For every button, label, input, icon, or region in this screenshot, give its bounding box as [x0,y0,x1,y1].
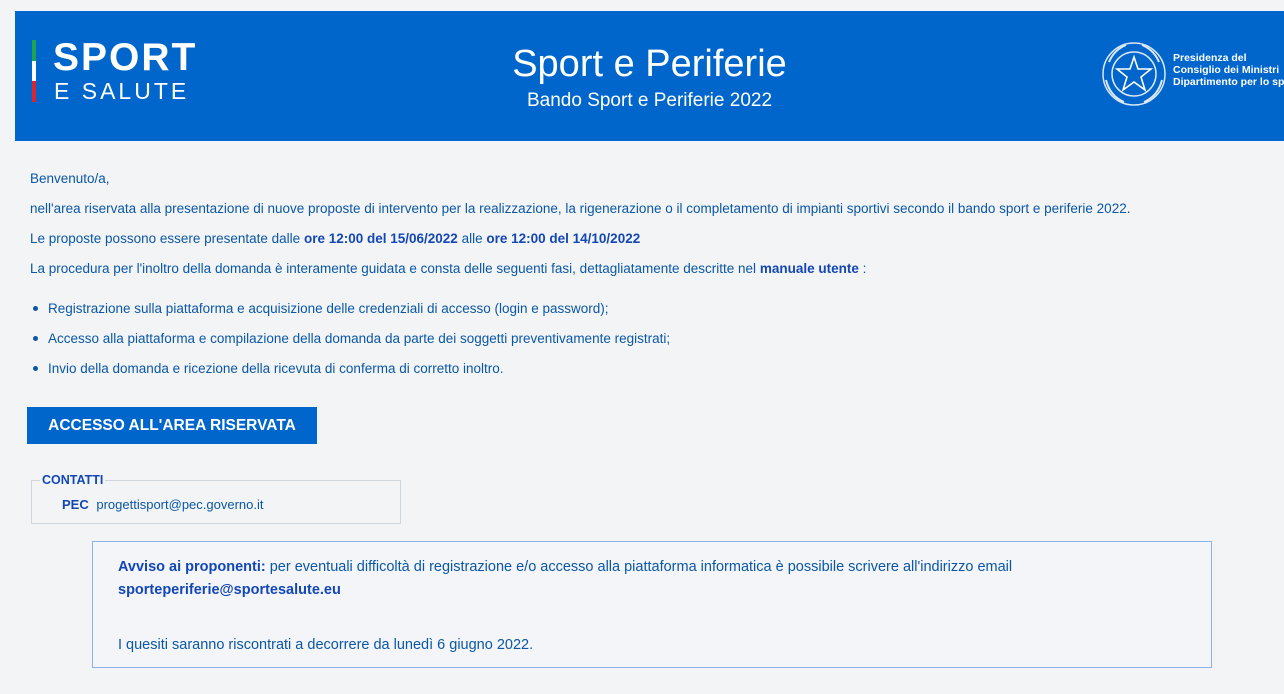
manual-link[interactable]: manuale utente [760,261,859,276]
italian-republic-emblem-icon [1102,42,1166,106]
page-subtitle: Bando Sport e Periferie 2022 [526,90,773,111]
notice-box: Avviso ai proponenti: per eventuali diff… [92,541,1212,668]
list-item: Accesso alla piattaforma e compilazione … [30,324,1270,354]
greeting: Benvenuto/a, [30,171,110,186]
notice-text: per eventuali difficoltà di registrazion… [269,559,1013,575]
bullet-icon [33,336,38,341]
list-item: Invio della domanda e ricezione della ri… [30,354,1270,384]
date-end: ore 12:00 del 14/10/2022 [486,231,641,246]
site-header: SPORT E SALUTE Sport e Periferie Bando S… [15,11,1284,141]
notice-followup: I quesiti saranno riscontrati a decorrer… [118,637,534,653]
main-content: Benvenuto/a, nell'area riservata alla pr… [30,164,1270,384]
access-reserved-area-button[interactable]: ACCESSO ALL'AREA RISERVATA [27,407,317,444]
pec-contact: PEC progettisport@pec.governo.it [62,497,263,512]
procedure-description: La procedura per l'inoltro della domanda… [30,261,867,276]
header-title-block: Sport e Periferie Bando Sport e Periferi… [15,41,1284,113]
list-item: Registrazione sulla piattaforma e acquis… [30,294,1270,324]
pec-label: PEC [62,497,89,512]
pec-value[interactable]: progettisport@pec.governo.it [96,497,263,512]
notice-paragraph: Avviso ai proponenti: per eventuali diff… [118,556,1198,602]
page-title: Sport e Periferie [512,43,787,85]
date-start: ore 12:00 del 15/06/2022 [303,231,458,246]
contacts-box: CONTATTI PEC progettisport@pec.governo.i… [31,473,401,524]
contacts-legend: CONTATTI [40,473,106,487]
bullet-icon [33,366,38,371]
government-department-label[interactable]: Presidenza del Consiglio dei Ministri Di… [1173,52,1284,88]
notice-lead: Avviso ai proponenti: [118,559,266,575]
bullet-icon [33,306,38,311]
intro-description: nell'area riservata alla presentazione d… [30,201,1131,216]
submission-dates: Le proposte possono essere presentate da… [30,231,641,246]
procedure-steps-list: Registrazione sulla piattaforma e acquis… [30,294,1270,384]
notice-email-link[interactable]: sporteperiferie@sportesalute.eu [118,582,341,598]
